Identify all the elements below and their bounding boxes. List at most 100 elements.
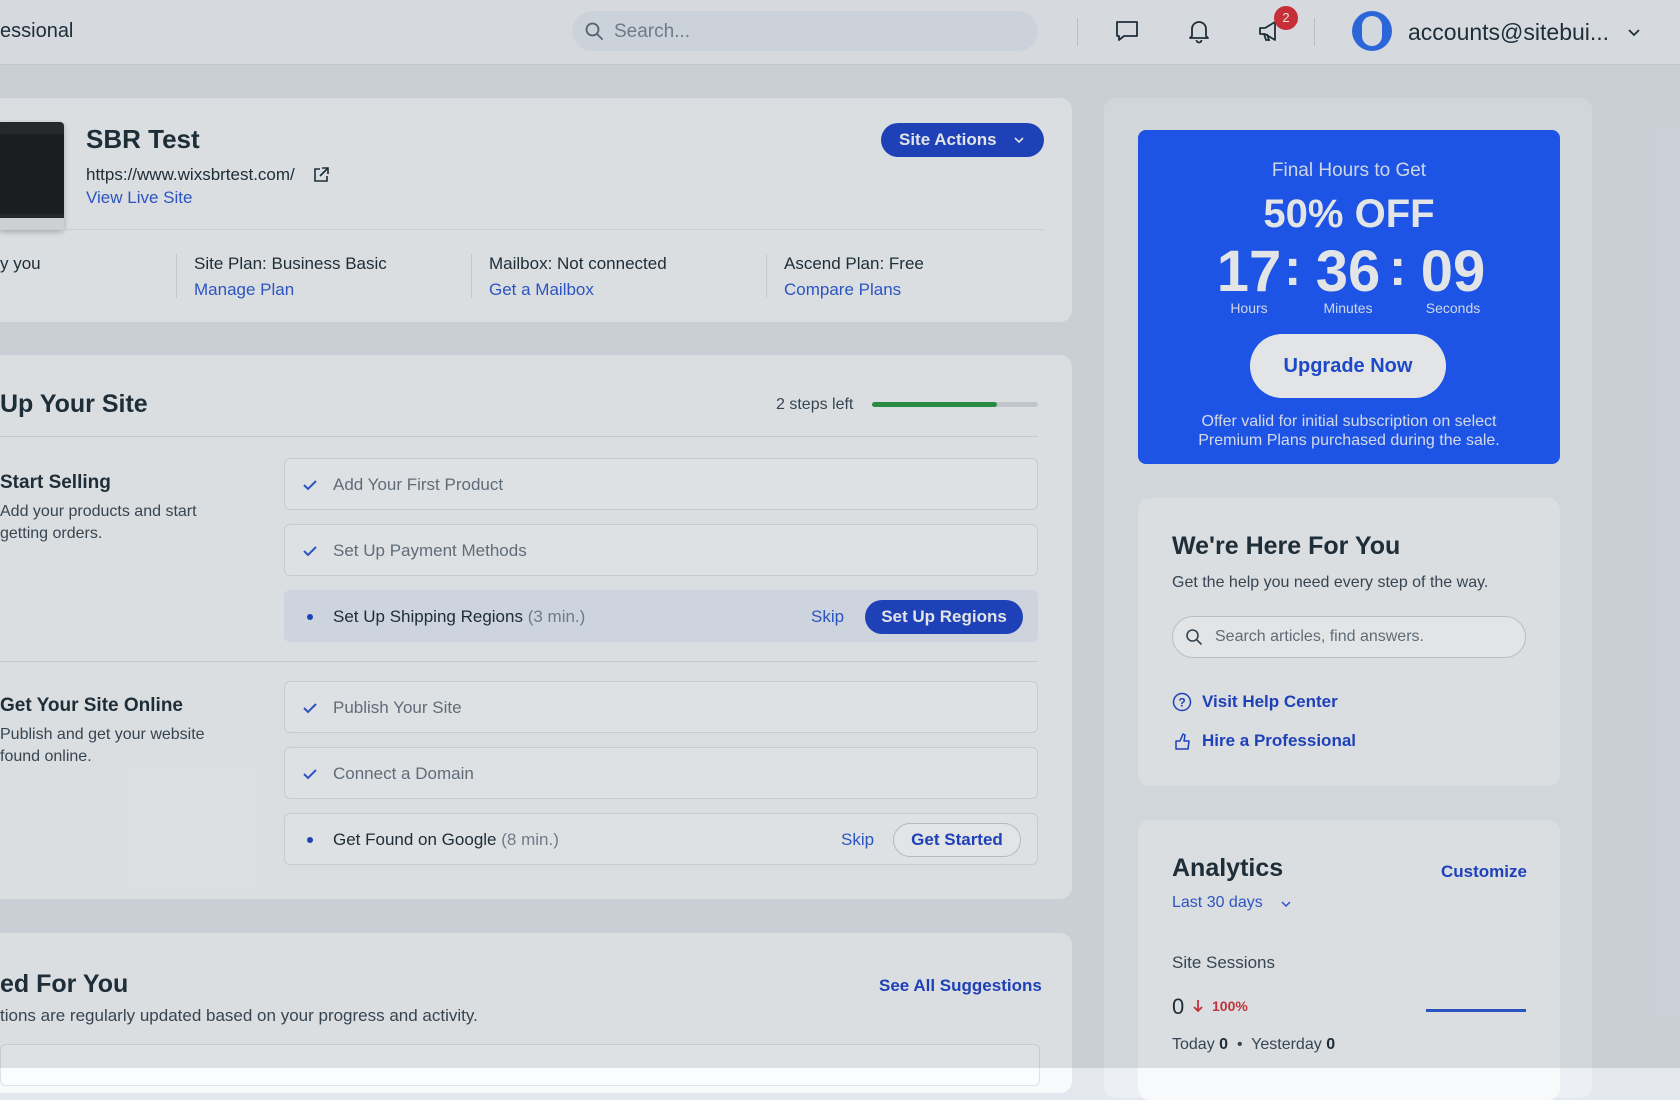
task-label: Set Up Shipping Regions (3 min.) bbox=[333, 607, 586, 626]
task-set-up-shipping-regions[interactable]: Set Up Shipping Regions (3 min.) Skip Se… bbox=[284, 590, 1038, 642]
skip-button[interactable]: Skip bbox=[841, 830, 874, 850]
task-label: Add Your First Product bbox=[333, 475, 504, 494]
view-live-site-link[interactable]: View Live Site bbox=[86, 188, 192, 208]
chevron-down-icon[interactable] bbox=[1626, 24, 1642, 40]
help-desc: Get the help you need every step of the … bbox=[1172, 574, 1489, 591]
date-range-select[interactable]: Last 30 days bbox=[1172, 894, 1263, 912]
search-icon bbox=[1186, 629, 1202, 645]
promo-title: 50% OFF bbox=[1263, 192, 1435, 236]
help-search-placeholder: Search articles, find answers. bbox=[1215, 628, 1424, 645]
yesterday-label: Yesterday bbox=[1251, 1036, 1322, 1053]
check-icon bbox=[303, 480, 317, 491]
help-title: We're Here For You bbox=[1172, 532, 1401, 560]
info-partial: y you bbox=[0, 254, 41, 274]
progress-fill bbox=[872, 402, 997, 407]
site-thumbnail[interactable] bbox=[0, 122, 64, 230]
search-placeholder: Search... bbox=[614, 21, 691, 42]
avatar[interactable] bbox=[1352, 11, 1392, 51]
divider bbox=[176, 254, 177, 298]
global-search-input[interactable]: Search... bbox=[572, 11, 1038, 51]
task-get-found-on-google[interactable]: Get Found on Google (8 min.) Skip Get St… bbox=[284, 813, 1038, 865]
task-duration: (8 min.) bbox=[501, 830, 559, 849]
chevron-down-icon bbox=[1014, 137, 1024, 144]
sessions-sparkline bbox=[1426, 1009, 1526, 1012]
site-actions-button[interactable]: Site Actions bbox=[881, 123, 1044, 157]
task-add-first-product[interactable]: Add Your First Product bbox=[284, 458, 1038, 510]
task-duration: (3 min.) bbox=[527, 607, 586, 626]
task-publish-your-site[interactable]: Publish Your Site bbox=[284, 681, 1038, 733]
task-label: Get Found on Google (8 min.) bbox=[333, 830, 559, 849]
countdown-seconds: 09 bbox=[1420, 239, 1486, 304]
bell-icon[interactable] bbox=[1186, 18, 1212, 44]
compare-plans-link[interactable]: Compare Plans bbox=[784, 280, 924, 300]
promo-subtitle: Final Hours to Get bbox=[1271, 160, 1427, 181]
get-mailbox-link[interactable]: Get a Mailbox bbox=[489, 280, 667, 300]
countdown-colon: : bbox=[1389, 239, 1407, 297]
suggestion-item[interactable] bbox=[0, 1044, 1040, 1086]
today-yesterday-stats: Today 0 • Yesterday 0 bbox=[1172, 1036, 1336, 1053]
manage-plan-link[interactable]: Manage Plan bbox=[194, 280, 387, 300]
setup-progress-bar bbox=[872, 402, 1038, 407]
set-up-regions-button[interactable]: Set Up Regions bbox=[865, 600, 1023, 634]
chat-icon[interactable] bbox=[1114, 18, 1140, 44]
site-plan-info: Site Plan: Business Basic Manage Plan bbox=[194, 254, 387, 300]
group-title-start-selling: Start Selling bbox=[0, 472, 111, 493]
divider bbox=[766, 254, 767, 298]
steps-left-text: 2 steps left bbox=[776, 396, 854, 413]
divider bbox=[1077, 18, 1078, 46]
setup-title: Up Your Site bbox=[0, 390, 148, 418]
ascend-plan-info: Ascend Plan: Free Compare Plans bbox=[784, 254, 924, 300]
today-value: 0 bbox=[1219, 1036, 1229, 1053]
info-label: y you bbox=[0, 254, 41, 273]
site-plan-label: Site Plan: Business Basic bbox=[194, 254, 387, 273]
divider bbox=[0, 229, 1044, 230]
yesterday-value: 0 bbox=[1326, 1036, 1336, 1053]
top-bar: essional Search... 2 accounts@sitebui... bbox=[0, 0, 1680, 65]
task-label: Connect a Domain bbox=[333, 764, 474, 783]
site-title: SBR Test bbox=[86, 124, 200, 154]
account-email[interactable]: accounts@sitebui... bbox=[1408, 19, 1609, 46]
get-started-button[interactable]: Get Started bbox=[893, 823, 1021, 857]
divider bbox=[0, 436, 1038, 437]
site-sessions-label: Site Sessions bbox=[1172, 953, 1275, 972]
upgrade-now-button[interactable]: Upgrade Now bbox=[1250, 334, 1446, 398]
site-url[interactable]: https://www.wixsbrtest.com/ bbox=[86, 165, 295, 185]
see-all-suggestions-link[interactable]: See All Suggestions bbox=[879, 976, 1042, 996]
promo-note: Offer valid for initial subscription on … bbox=[1198, 413, 1500, 449]
search-icon bbox=[585, 22, 603, 40]
check-icon bbox=[303, 546, 317, 557]
check-icon bbox=[303, 769, 317, 780]
task-label: Publish Your Site bbox=[333, 698, 462, 717]
site-actions-label: Site Actions bbox=[899, 130, 997, 149]
divider bbox=[471, 254, 472, 298]
today-label: Today bbox=[1172, 1036, 1215, 1053]
seconds-label: Seconds bbox=[1425, 300, 1481, 316]
ascend-plan-label: Ascend Plan: Free bbox=[784, 254, 924, 273]
bullet-icon bbox=[307, 614, 313, 620]
arrow-down-icon bbox=[1193, 1000, 1203, 1013]
bullet-icon bbox=[307, 837, 313, 843]
customize-link[interactable]: Customize bbox=[1441, 862, 1527, 882]
professional-icon bbox=[1175, 733, 1190, 750]
countdown-colon: : bbox=[1284, 239, 1302, 297]
help-search-input[interactable]: Search articles, find answers. bbox=[1172, 616, 1526, 658]
help-center-label: Visit Help Center bbox=[1202, 692, 1338, 711]
notification-badge: 2 bbox=[1274, 6, 1298, 30]
task-connect-a-domain[interactable]: Connect a Domain bbox=[284, 747, 1038, 799]
divider bbox=[0, 661, 1038, 662]
skip-button[interactable]: Skip bbox=[811, 607, 844, 627]
check-icon bbox=[303, 703, 317, 714]
suggestions-title: ed For You bbox=[0, 970, 129, 998]
countdown-minutes: 36 bbox=[1315, 239, 1381, 304]
hours-label: Hours bbox=[1230, 300, 1268, 316]
brand-name: essional bbox=[0, 20, 74, 42]
question-circle-icon: ? bbox=[1172, 692, 1192, 712]
external-link-icon[interactable] bbox=[312, 166, 330, 184]
task-set-up-payment-methods[interactable]: Set Up Payment Methods bbox=[284, 524, 1038, 576]
site-sessions-value: 0 bbox=[1172, 994, 1185, 1019]
sessions-change: 100% bbox=[1212, 998, 1248, 1014]
suggestions-desc: tions are regularly updated based on you… bbox=[0, 1006, 478, 1025]
chevron-down-icon[interactable] bbox=[1280, 898, 1292, 910]
group-desc-get-site-online: Publish and get your website found onlin… bbox=[0, 726, 205, 765]
mailbox-info: Mailbox: Not connected Get a Mailbox bbox=[489, 254, 667, 300]
